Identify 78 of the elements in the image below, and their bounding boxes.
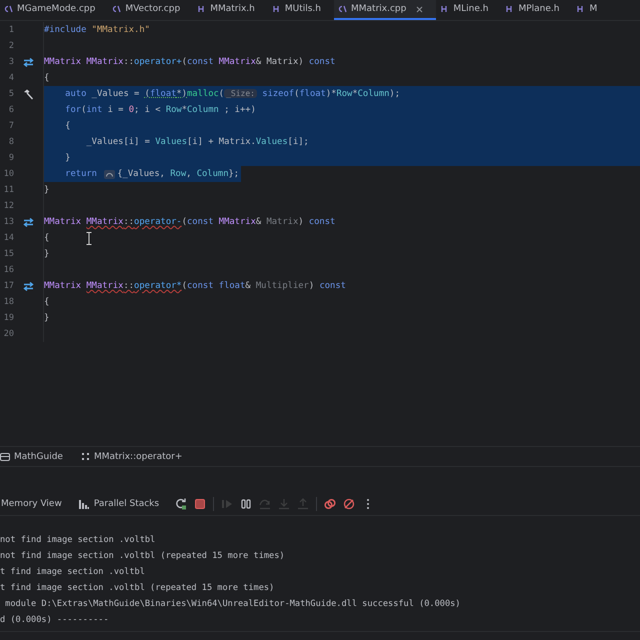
line-number: 16 <box>2 265 14 275</box>
file-tab[interactable]: MMatrix.cpp <box>334 0 436 20</box>
file-tab[interactable]: MPlane.h <box>501 0 572 20</box>
project-icon <box>0 452 10 460</box>
code-text: } <box>44 249 50 259</box>
code-text: _Values[i] = Values[i] + Matrix.Values[i]; <box>85 137 309 147</box>
code-text: } <box>64 153 70 163</box>
code-text: { <box>44 297 50 307</box>
console-line: t find image section .voltbl <box>0 566 146 579</box>
line-number: 20 <box>2 329 14 339</box>
line-number: 12 <box>2 201 14 211</box>
breakpoints-icon[interactable] <box>324 498 336 510</box>
line-number: 14 <box>2 233 14 243</box>
code-text: return <box>64 169 98 179</box>
console-line: not find image section .voltbl <box>0 534 156 547</box>
close-icon[interactable] <box>416 6 424 12</box>
swap-arrows-icon[interactable] <box>23 282 34 290</box>
cpp-file-icon <box>112 5 122 13</box>
line-number: 18 <box>2 297 14 307</box>
line-number: 2 <box>8 41 14 51</box>
console-line: module D:\Extras\MathGuide\Binaries\Win64\UnrealEditor-MathGuide.dll successful (0.000s) <box>4 598 462 611</box>
pause-icon[interactable] <box>240 498 252 510</box>
file-tab[interactable]: MVector.cpp <box>108 0 194 20</box>
code-text: { <box>44 233 50 243</box>
line-number: 3 <box>8 57 14 67</box>
code-text: } <box>44 313 50 323</box>
code-text: auto _Values = (float*)malloc( _Size: sizeof(float)*Row*Column); <box>64 89 400 99</box>
line-number: 13 <box>2 217 14 227</box>
header-file-icon <box>576 5 586 13</box>
line-number: 6 <box>8 105 14 115</box>
console-line: t find image section .voltbl (repeated 15 more times) <box>0 582 276 595</box>
line-number: 1 <box>8 25 14 35</box>
breadcrumb-item[interactable]: MMatrix::operator+ <box>80 452 182 462</box>
hammer-icon[interactable] <box>23 88 34 100</box>
file-tab[interactable]: MLine.h <box>436 0 502 20</box>
inlay-hint-icon[interactable] <box>104 170 116 178</box>
line-number: 11 <box>2 185 14 195</box>
code-text: for(int i = 0; i < Row*Column ; i++) <box>64 105 256 115</box>
breadcrumb-item[interactable]: MathGuide <box>0 452 63 462</box>
swap-arrows-icon[interactable] <box>23 58 34 66</box>
code-text: #include "MMatrix.h" <box>44 25 150 35</box>
cpp-file-icon <box>4 5 13 13</box>
line-number: 4 <box>8 73 14 83</box>
code-text: { <box>64 121 70 131</box>
rerun-icon[interactable] <box>175 498 188 510</box>
function-icon <box>80 452 90 461</box>
file-tab[interactable]: MGameMode.cpp <box>0 0 108 20</box>
header-file-icon <box>505 5 514 13</box>
code-text: MMatrix MMatrix::operator+(const MMatrix& Matrix) const <box>44 57 336 67</box>
stacks-icon <box>78 500 89 508</box>
file-tab[interactable]: MMatrix.h <box>193 0 268 20</box>
line-number: 10 <box>2 169 14 179</box>
header-file-icon <box>197 5 206 13</box>
text-cursor-icon <box>86 232 92 245</box>
code-text: {_Values, Row, Column}; <box>117 169 240 179</box>
console-line: not find image section .voltbl (repeated 15 more times) <box>0 550 286 563</box>
code-text: MMatrix MMatrix::operator*(const float& Multiplier) const <box>44 281 346 291</box>
code-text: MMatrix MMatrix::operator-(const MMatrix& Matrix) const <box>44 217 336 227</box>
line-number: 5 <box>8 89 14 99</box>
line-number: 8 <box>8 137 14 147</box>
cpp-file-icon <box>338 5 347 13</box>
stop-icon[interactable] <box>194 498 206 510</box>
header-file-icon <box>272 5 281 13</box>
code-text: } <box>44 185 50 195</box>
mute-breakpoints-icon[interactable] <box>343 498 356 510</box>
code-text: { <box>44 73 50 83</box>
line-number: 15 <box>2 249 14 259</box>
swap-arrows-icon[interactable] <box>23 218 34 226</box>
file-tab[interactable]: M <box>572 0 610 20</box>
header-file-icon <box>440 5 450 13</box>
line-number: 9 <box>8 153 14 163</box>
line-number: 7 <box>8 121 14 131</box>
debug-tab[interactable]: Parallel Stacks <box>78 499 160 509</box>
console-line: d (0.000s) ---------- <box>0 614 110 627</box>
line-number: 17 <box>2 281 14 291</box>
debug-tab[interactable]: Memory View <box>0 499 62 509</box>
line-number: 19 <box>2 313 14 323</box>
file-tab[interactable]: MUtils.h <box>268 0 334 20</box>
